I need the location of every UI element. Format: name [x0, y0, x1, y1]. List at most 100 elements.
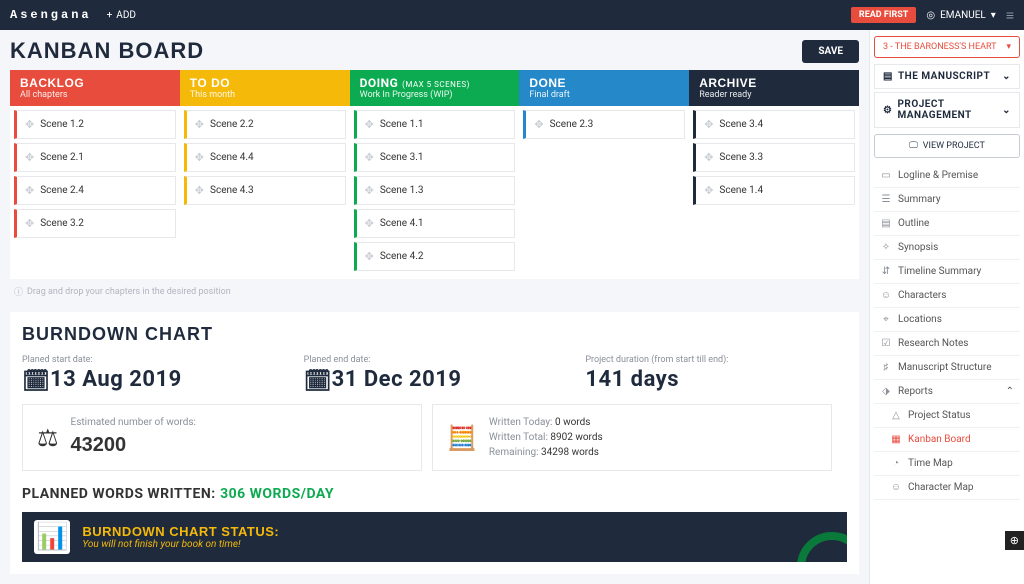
- gear-icon: ⚙: [883, 105, 892, 116]
- chevron-down-icon: ▾: [991, 10, 996, 21]
- display-icon: 🖵: [909, 141, 918, 151]
- card-title: Scene 3.3: [719, 152, 763, 163]
- decorative-ring: [797, 532, 847, 562]
- graph-icon: ✧: [880, 242, 892, 253]
- clock-icon: ◔: [890, 458, 902, 469]
- nav-locations[interactable]: ⌖Locations: [874, 308, 1020, 332]
- kanban-card[interactable]: ✥Scene 3.4: [693, 110, 855, 139]
- kanban-card[interactable]: ✥Scene 2.4: [14, 176, 176, 205]
- grip-icon: ✥: [365, 151, 374, 164]
- corner-badge[interactable]: ⊕: [1005, 531, 1024, 550]
- card-title: Scene 3.1: [380, 152, 424, 163]
- nav-time-map[interactable]: ◔Time Map: [874, 452, 1020, 476]
- read-first-button[interactable]: READ FIRST: [851, 7, 916, 23]
- column-subtitle: All chapters: [20, 90, 170, 100]
- nav-outline[interactable]: ▤Outline: [874, 212, 1020, 236]
- calendar-icon: 🗓: [22, 369, 44, 391]
- column-title: ARCHIVE: [699, 76, 849, 90]
- nav-structure[interactable]: ♯Manuscript Structure: [874, 356, 1020, 380]
- grip-icon: ✥: [704, 118, 713, 131]
- grip-icon: ✥: [365, 217, 374, 230]
- nav-project-status[interactable]: △Project Status: [874, 404, 1020, 428]
- column-doing: DOING (MAX 5 SCENES)Work In Progress (WI…: [350, 70, 520, 279]
- structure-icon: ♯: [880, 362, 892, 373]
- kanban-card[interactable]: ✥ Scene 3.1: [354, 143, 516, 172]
- user-menu[interactable]: ◎EMANUEL▾: [926, 10, 995, 21]
- nav-characters[interactable]: ☺Characters: [874, 284, 1020, 308]
- accordion-project-management[interactable]: ⚙PROJECT MANAGEMENT⌄: [874, 92, 1020, 128]
- user-icon: ◎: [926, 10, 935, 21]
- column-subtitle: Reader ready: [699, 90, 849, 100]
- book-icon: ▤: [883, 71, 893, 82]
- grip-icon: ✥: [704, 151, 713, 164]
- nav-kanban-board[interactable]: ▦Kanban Board: [874, 428, 1020, 452]
- card-title: Scene 2.1: [40, 152, 84, 163]
- accordion-manuscript[interactable]: ▤THE MANUSCRIPT⌄: [874, 64, 1020, 89]
- column-title: TO DO: [190, 76, 340, 90]
- card-title: Scene 3.2: [40, 218, 84, 229]
- column-done: DONEFinal draft ✥Scene 2.3: [519, 70, 689, 279]
- column-subtitle: Work In Progress (WIP): [360, 90, 510, 100]
- grip-icon: ✥: [534, 118, 543, 131]
- grip-icon: ✥: [25, 184, 34, 197]
- grip-icon: ✥: [195, 151, 204, 164]
- card-title: Scene 1.3: [380, 185, 424, 196]
- card-icon: ▭: [880, 170, 892, 181]
- plus-icon: +: [107, 10, 113, 21]
- pin-icon: ⌖: [880, 314, 892, 325]
- grip-icon: ✥: [704, 184, 713, 197]
- abacus-icon: 🧮: [447, 424, 477, 452]
- chevron-up-icon: ⌃: [1006, 386, 1014, 397]
- sidebar: 3 - THE BARONESS'S HEART▾ ▤THE MANUSCRIP…: [869, 30, 1024, 584]
- kanban-card[interactable]: ✥Scene 4.4: [184, 143, 346, 172]
- card-title: Scene 1.1: [380, 119, 424, 130]
- grip-icon: ✥: [365, 184, 374, 197]
- calendar-icon: 🗓: [304, 369, 326, 391]
- grip-icon: ✥: [25, 151, 34, 164]
- section-title: BURNDOWN CHART: [22, 324, 847, 345]
- nav-timeline[interactable]: ⇵Timeline Summary: [874, 260, 1020, 284]
- kanban-card[interactable]: ✥ Scene 1.3: [354, 176, 516, 205]
- card-title: Scene 1.4: [719, 185, 763, 196]
- chart-icon: 📊: [34, 520, 70, 554]
- kanban-card[interactable]: ✥Scene 2.2: [184, 110, 346, 139]
- nav-summary[interactable]: ☰Summary: [874, 188, 1020, 212]
- nav-reports[interactable]: ⬗Reports⌃: [874, 380, 1020, 404]
- outline-icon: ▤: [880, 218, 892, 229]
- kanban-card[interactable]: ✥ Scene 1.4: [693, 176, 855, 205]
- stat-duration: Project duration (from start till end): …: [585, 355, 847, 392]
- kanban-card[interactable]: ✥Scene 4.2: [354, 242, 516, 271]
- box-estimated-words: ⚖ Estimated number of words:43200: [22, 404, 422, 471]
- grip-icon: ✥: [195, 118, 204, 131]
- add-button[interactable]: +ADD: [107, 10, 136, 21]
- kanban-card[interactable]: ✥ Scene 4.3: [184, 176, 346, 205]
- nav-research[interactable]: ☑Research Notes: [874, 332, 1020, 356]
- nav-character-map[interactable]: ☺Character Map: [874, 476, 1020, 500]
- kanban-card[interactable]: ✥Scene 1.2: [14, 110, 176, 139]
- topbar: Asengana +ADD READ FIRST ◎EMANUEL▾ ≡: [0, 0, 1024, 30]
- kanban-card[interactable]: ✥ Scene 2.1: [14, 143, 176, 172]
- chevron-down-icon: ▾: [1006, 42, 1011, 52]
- stat-start-date: Planed start date: 🗓13 Aug 2019: [22, 355, 284, 392]
- chevron-down-icon: ⌄: [1002, 105, 1011, 116]
- card-title: Scene 4.3: [210, 185, 254, 196]
- save-button[interactable]: SAVE: [802, 40, 859, 63]
- column-archive: ARCHIVEReader ready ✥Scene 3.4✥Scene 3.3…: [689, 70, 859, 279]
- nav-logline[interactable]: ▭Logline & Premise: [874, 164, 1020, 188]
- kanban-card[interactable]: ✥Scene 3.2: [14, 209, 176, 238]
- column-backlog: BACKLOGAll chapters ✥Scene 1.2✥Scene 2.1…: [10, 70, 180, 279]
- kanban-card[interactable]: ✥Scene 4.1: [354, 209, 516, 238]
- kanban-card[interactable]: ✥Scene 2.3: [523, 110, 685, 139]
- grip-icon: ✥: [195, 184, 204, 197]
- column-title: DOING (MAX 5 SCENES): [360, 76, 510, 90]
- nav-synopsis[interactable]: ✧Synopsis: [874, 236, 1020, 260]
- note-icon: ☑: [880, 338, 892, 349]
- hamburger-icon[interactable]: ≡: [1006, 7, 1014, 24]
- kanban-card[interactable]: ✥Scene 1.1: [354, 110, 516, 139]
- burndown-section: BURNDOWN CHART Planed start date: 🗓13 Au…: [10, 312, 859, 574]
- person-icon: ☺: [880, 290, 892, 301]
- kanban-card[interactable]: ✥ Scene 3.3: [693, 143, 855, 172]
- view-project-button[interactable]: 🖵VIEW PROJECT: [874, 134, 1020, 158]
- project-selector[interactable]: 3 - THE BARONESS'S HEART▾: [874, 36, 1020, 58]
- column-todo: TO DOThis month ✥Scene 2.2✥Scene 4.4✥Sce…: [180, 70, 350, 279]
